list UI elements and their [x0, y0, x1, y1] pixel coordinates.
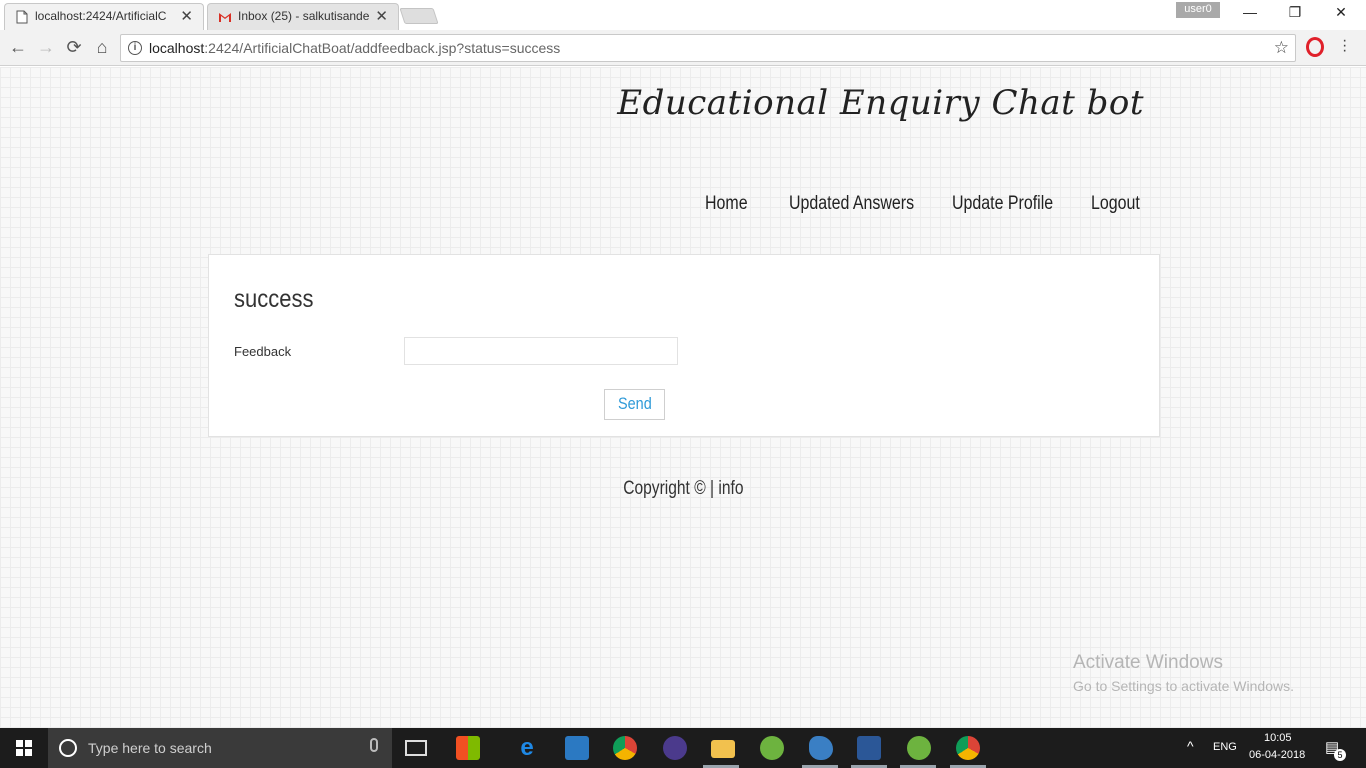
- send-button[interactable]: Send: [604, 389, 665, 420]
- eclipse-icon[interactable]: [663, 736, 687, 760]
- reload-icon[interactable]: ⟳: [63, 37, 85, 58]
- address-bar[interactable]: i localhost:2424/ArtificialChatBoat/addf…: [120, 34, 1296, 62]
- mysql-dolphin-icon[interactable]: [809, 736, 833, 760]
- spring-tool-icon-2[interactable]: [907, 736, 931, 760]
- nav-logout[interactable]: Logout: [1091, 193, 1140, 215]
- tray-chevron-icon[interactable]: ^: [1187, 738, 1194, 754]
- chrome-icon[interactable]: [613, 736, 637, 760]
- feedback-input[interactable]: [404, 337, 678, 365]
- gmail-icon: [219, 13, 231, 22]
- tile-app-icon[interactable]: [456, 736, 480, 760]
- close-tab-icon[interactable]: ✕: [375, 4, 388, 29]
- feedback-label: Feedback: [234, 344, 292, 359]
- bookmark-star-icon[interactable]: ☆: [1274, 35, 1289, 61]
- clock-time[interactable]: 10:05: [1264, 732, 1292, 744]
- profile-badge[interactable]: user0: [1176, 2, 1220, 18]
- minimize-icon[interactable]: —: [1230, 4, 1270, 20]
- language-indicator[interactable]: ENG: [1213, 741, 1237, 753]
- forward-icon[interactable]: →: [35, 37, 57, 58]
- clock-date[interactable]: 06-04-2018: [1249, 749, 1305, 761]
- browser-menu-icon[interactable]: · · ·: [1342, 33, 1347, 59]
- windows-taskbar: Type here to search e ^ ENG 10:05 06-04-…: [0, 728, 1366, 768]
- windows-logo-icon: [16, 740, 32, 756]
- copyright-text: Copyright ©: [622, 478, 706, 499]
- cortana-icon: [59, 739, 77, 757]
- footer: Copyright © | info: [0, 478, 1366, 500]
- close-window-icon[interactable]: ✕: [1321, 4, 1361, 21]
- back-icon[interactable]: ←: [7, 37, 29, 58]
- notification-count: 5: [1334, 749, 1346, 761]
- file-explorer-icon[interactable]: [711, 740, 735, 758]
- tab-localhost[interactable]: localhost:2424/ArtificialC ✕: [4, 3, 204, 30]
- url-text: localhost:2424/ArtificialChatBoat/addfee…: [149, 40, 561, 56]
- browser-tabstrip: localhost:2424/ArtificialC ✕ Inbox (25) …: [0, 0, 1366, 30]
- home-icon[interactable]: ⌂: [91, 37, 113, 58]
- task-view-icon[interactable]: [405, 740, 427, 756]
- activate-windows-watermark: Activate Windows Go to Settings to activ…: [1073, 652, 1294, 694]
- nav-update-profile[interactable]: Update Profile: [952, 193, 1053, 215]
- restore-icon[interactable]: ❐: [1275, 4, 1315, 21]
- nav-home[interactable]: Home: [705, 193, 748, 215]
- nav-updated-answers[interactable]: Updated Answers: [789, 193, 914, 215]
- status-heading: success: [234, 285, 314, 313]
- spring-tool-icon[interactable]: [760, 736, 784, 760]
- microphone-icon[interactable]: [370, 738, 378, 752]
- tab-title: Inbox (25) - salkutisande: [238, 9, 370, 23]
- store-icon[interactable]: [565, 736, 589, 760]
- tab-title: localhost:2424/ArtificialC: [35, 9, 167, 23]
- footer-info-link[interactable]: info: [718, 478, 743, 499]
- page-icon: [16, 10, 28, 24]
- web-page: Educational Enquiry Chat bot Home Update…: [0, 67, 1366, 728]
- footer-separator: |: [709, 478, 714, 499]
- taskbar-search[interactable]: Type here to search: [48, 728, 392, 768]
- browser-toolbar: ← → ⟳ ⌂ i localhost:2424/ArtificialChatB…: [0, 30, 1366, 66]
- tab-gmail[interactable]: Inbox (25) - salkutisande ✕: [207, 3, 399, 30]
- site-title: Educational Enquiry Chat bot: [617, 83, 1144, 123]
- word-icon[interactable]: [857, 736, 881, 760]
- close-tab-icon[interactable]: ✕: [180, 4, 193, 29]
- search-placeholder: Type here to search: [88, 740, 212, 756]
- feedback-panel: success Feedback Send: [208, 254, 1160, 437]
- start-button[interactable]: [0, 728, 48, 768]
- new-tab-button[interactable]: [399, 8, 439, 24]
- site-info-icon[interactable]: i: [128, 41, 142, 55]
- opera-extension-icon[interactable]: [1306, 37, 1324, 57]
- edge-icon[interactable]: e: [515, 736, 539, 760]
